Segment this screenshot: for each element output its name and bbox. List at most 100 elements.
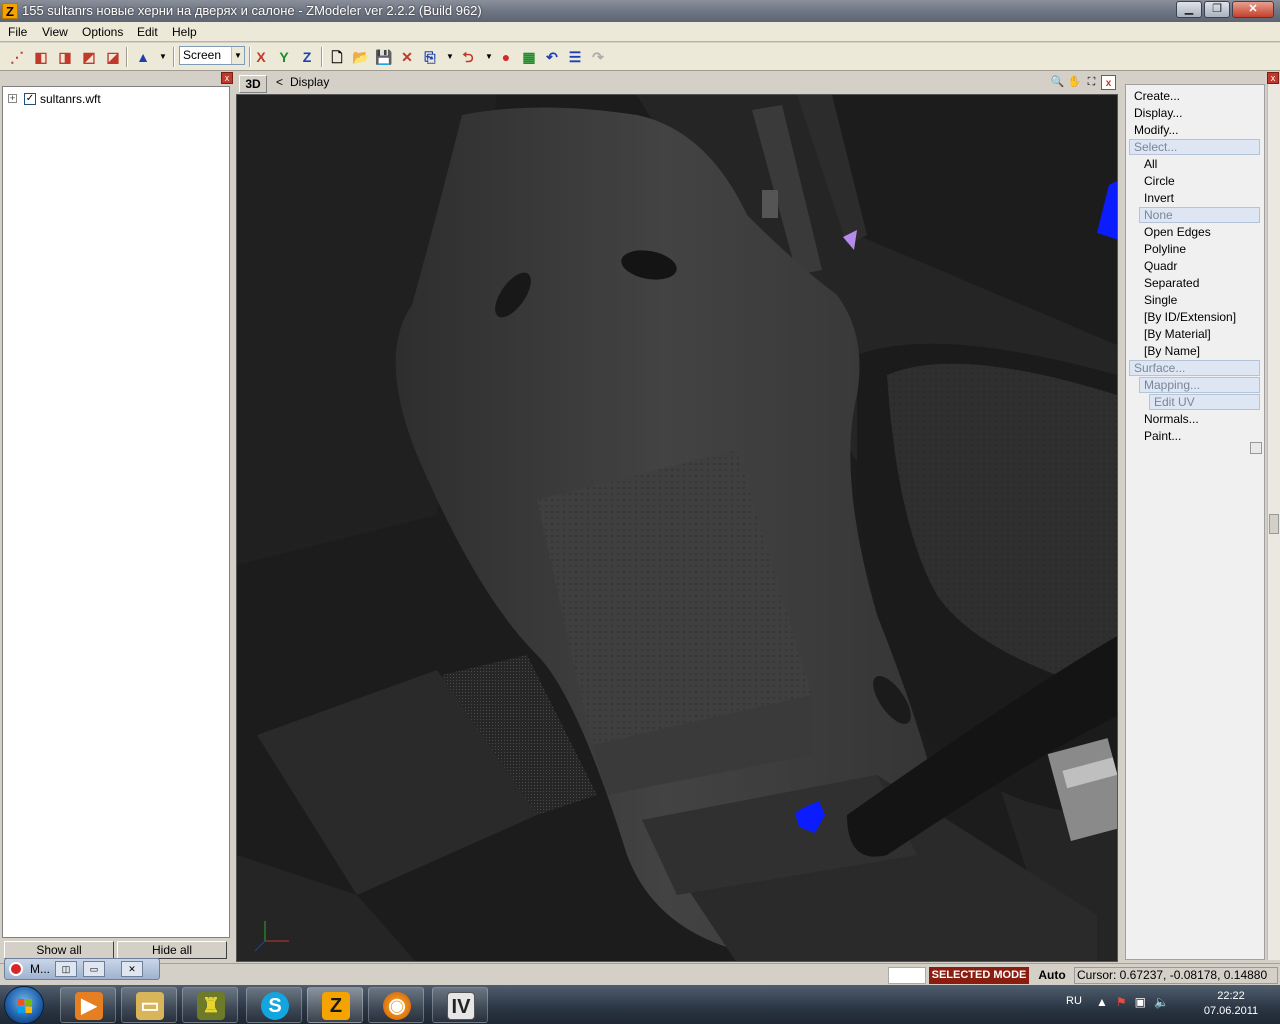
cmd-select-separated[interactable]: Separated	[1144, 276, 1199, 290]
cmd-select-none[interactable]: None	[1139, 207, 1260, 223]
mini-close-button[interactable]: ✕	[121, 961, 143, 977]
cmd-select-invert[interactable]: Invert	[1144, 191, 1174, 205]
cmd-select-all[interactable]: All	[1144, 157, 1157, 171]
command-panel-close-button[interactable]: x	[1267, 72, 1279, 84]
axis-y-toggle[interactable]: Y	[275, 48, 293, 66]
action-center-icon[interactable]: ⚑	[1116, 995, 1127, 1009]
taskbar-openiv[interactable]: IV	[432, 987, 488, 1023]
cmd-select-open-edges[interactable]: Open Edges	[1144, 225, 1211, 239]
import-icon[interactable]: ⎘	[421, 48, 439, 66]
maximize-viewport-icon[interactable]: ⛶	[1084, 75, 1099, 90]
menu-help[interactable]: Help	[172, 25, 197, 39]
cube-object-icon[interactable]: ◪	[104, 48, 122, 66]
axis-z-toggle[interactable]: Z	[298, 48, 316, 66]
cmd-select-quadr[interactable]: Quadr	[1144, 259, 1177, 273]
taskbar-media-player[interactable]: ▶	[60, 987, 116, 1023]
cmd-select-by-material[interactable]: [By Material]	[1144, 327, 1211, 341]
open-folder-icon[interactable]: 📂	[352, 48, 370, 66]
minimized-window[interactable]: M... ◫ ▭ ✕	[4, 958, 160, 980]
cmd-select[interactable]: Select...	[1129, 139, 1260, 155]
axis-x-toggle[interactable]: X	[252, 48, 270, 66]
redo-icon[interactable]: ↷	[589, 48, 607, 66]
show-hidden-icons-icon[interactable]: ▲	[1096, 995, 1108, 1009]
screen-dropdown[interactable]: Screen ▼	[179, 46, 245, 65]
cube-select-icon[interactable]: ◧	[32, 48, 50, 66]
mini-maximize-button[interactable]: ▭	[83, 961, 105, 977]
zmodeler-app-icon[interactable]: Z	[2, 3, 18, 19]
cmd-display[interactable]: Display...	[1134, 106, 1182, 120]
tree-item-checkbox[interactable]: ✓	[24, 93, 36, 105]
cmd-surface[interactable]: Surface...	[1129, 360, 1260, 376]
taskbar-game[interactable]: ♜	[182, 987, 238, 1023]
close-button[interactable]: ✕	[1232, 1, 1274, 18]
cmd-create[interactable]: Create...	[1134, 89, 1180, 103]
pointer-mode-icon[interactable]: ▲	[134, 48, 152, 66]
command-panel: x Create... Display... Modify... Select.…	[1122, 72, 1280, 962]
chevron-down-icon[interactable]: ▼	[154, 48, 172, 66]
cmd-modify[interactable]: Modify...	[1134, 123, 1178, 137]
cmd-normals[interactable]: Normals...	[1144, 412, 1199, 426]
show-all-button[interactable]: Show all	[4, 941, 114, 959]
taskbar-firefox[interactable]: ◉	[368, 987, 424, 1023]
chevron-down-icon[interactable]: ▼	[480, 48, 498, 66]
command-panel-scrollbar[interactable]	[1267, 84, 1280, 960]
menu-options[interactable]: Options	[82, 25, 123, 39]
network-icon[interactable]: ▣	[1135, 995, 1146, 1009]
taskbar: ▶ ▭ ♜ S Z ◉ IV RU ▲ ⚑ ▣ 🔈 22:22 07.06.20…	[0, 985, 1280, 1024]
pan-hand-icon[interactable]: ✋	[1067, 75, 1082, 90]
selected-mode-indicator[interactable]: SELECTED MODE	[929, 967, 1029, 984]
scrollbar-thumb[interactable]	[1269, 514, 1279, 534]
mini-restore-button[interactable]: ◫	[55, 961, 77, 977]
system-clock[interactable]: 22:22 07.06.2011	[1196, 989, 1266, 1019]
undo-icon[interactable]: ↶	[543, 48, 561, 66]
paint-options-box[interactable]	[1250, 442, 1262, 454]
chevron-down-icon[interactable]: ▼	[441, 48, 459, 66]
cmd-mapping[interactable]: Mapping...	[1139, 377, 1260, 393]
taskbar-skype[interactable]: S	[246, 987, 302, 1023]
menu-edit[interactable]: Edit	[137, 25, 158, 39]
menu-bar: File View Options Edit Help	[0, 22, 1280, 42]
zoom-icon[interactable]: 🔍	[1050, 75, 1065, 90]
tree-expand-icon[interactable]: +	[8, 94, 17, 103]
export-icon[interactable]: ⮌	[459, 48, 477, 66]
menu-view[interactable]: View	[42, 25, 68, 39]
cmd-paint[interactable]: Paint...	[1144, 429, 1181, 443]
new-file-icon[interactable]: 🗋	[328, 48, 346, 66]
volume-icon[interactable]: 🔈	[1154, 995, 1169, 1009]
viewport-close-button[interactable]: x	[1101, 75, 1116, 90]
minimize-button[interactable]: ▁	[1176, 1, 1202, 18]
save-icon[interactable]: 💾	[375, 48, 393, 66]
cmd-select-circle[interactable]: Circle	[1144, 174, 1175, 188]
record-icon[interactable]: ●	[497, 48, 515, 66]
cmd-select-polyline[interactable]: Polyline	[1144, 242, 1186, 256]
cube-edge-icon[interactable]: ◩	[80, 48, 98, 66]
cmd-select-by-id[interactable]: [By ID/Extension]	[1144, 310, 1236, 324]
tree-item-sultanrs[interactable]: sultanrs.wft	[40, 92, 101, 106]
hierarchy-close-button[interactable]: x	[221, 72, 233, 84]
start-button[interactable]	[4, 986, 44, 1024]
menu-file[interactable]: File	[8, 25, 27, 39]
viewport-3d-tab[interactable]: 3D	[239, 75, 267, 93]
hide-all-button[interactable]: Hide all	[117, 941, 227, 959]
settings-icon[interactable]: ▦	[520, 48, 538, 66]
chevron-down-icon[interactable]: ▼	[231, 47, 244, 64]
cmd-edit-uv[interactable]: Edit UV	[1149, 394, 1260, 410]
object-tree[interactable]: + ✓ sultanrs.wft	[2, 86, 230, 938]
record-icon	[9, 962, 23, 976]
screen-dropdown-value: Screen	[183, 48, 222, 62]
cmd-select-single[interactable]: Single	[1144, 293, 1177, 307]
vertex-mode-icon[interactable]: ⋰	[8, 48, 26, 66]
crumb-back-arrow[interactable]: <	[276, 75, 283, 89]
taskbar-zmodeler[interactable]: Z	[307, 987, 363, 1023]
taskbar-explorer[interactable]: ▭	[121, 987, 177, 1023]
media-player-icon: ▶	[75, 992, 103, 1020]
notes-icon[interactable]: ☰	[566, 48, 584, 66]
cube-face-icon[interactable]: ◨	[56, 48, 74, 66]
delete-icon[interactable]: ✕	[398, 48, 416, 66]
title-bar: Z 155 sultanrs новые херни на дверях и с…	[0, 0, 1280, 22]
restore-button[interactable]: ❐	[1204, 1, 1230, 18]
cmd-select-by-name[interactable]: [By Name]	[1144, 344, 1200, 358]
3d-viewport[interactable]	[236, 94, 1118, 962]
auto-mode-indicator[interactable]: Auto	[1033, 967, 1071, 984]
language-indicator[interactable]: RU	[1066, 995, 1082, 1007]
